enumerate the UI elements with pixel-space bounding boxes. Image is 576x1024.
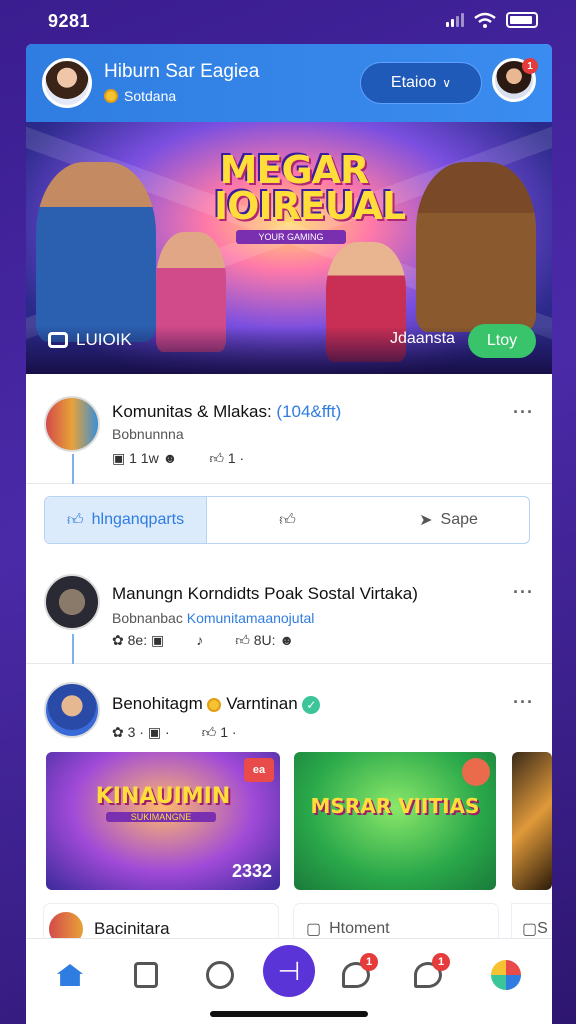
thumb-title: MSRAR VIITIAS <box>310 794 480 818</box>
signal-icon <box>446 13 464 27</box>
thumb-badge: ea <box>244 758 274 782</box>
play-button[interactable]: Ltoy <box>468 324 536 358</box>
chevron-down-icon: ∨ <box>442 76 452 90</box>
thumb-count: 2332 <box>231 861 272 881</box>
character-figure <box>36 162 156 342</box>
post-stats: ▣ 1 1w ☻ 👍︎ 1 · <box>112 450 244 467</box>
profile-name: Hiburn Sar Eagiea <box>104 61 260 82</box>
home-icon <box>57 964 83 986</box>
react-button[interactable]: 👍︎ <box>207 497 368 543</box>
thumbs-up-outline-icon: 👍︎ <box>279 511 296 529</box>
hero-live-label[interactable]: LUIOIK <box>48 330 132 350</box>
battery-icon <box>506 12 538 28</box>
hero-tag: Jdaansta <box>390 330 455 347</box>
profile-subtitle-text: Sotdana <box>124 88 177 104</box>
post-card[interactable]: Komunitas & Mlakas: (104&fft) Bobnunnna … <box>26 374 552 484</box>
group-avatar[interactable] <box>44 574 100 630</box>
like-label: hlnganqparts <box>91 511 185 528</box>
stat-views[interactable]: ✿ 8e: ▣ <box>112 632 164 649</box>
notification-badge: 1 <box>522 58 538 74</box>
avatar[interactable] <box>42 58 92 108</box>
status-bar: 9281 <box>0 0 576 44</box>
document-icon: ▢ <box>306 921 322 938</box>
bag-icon <box>134 962 158 988</box>
action-bar: 👍︎ hlnganqparts 👍︎ ➤ Sape <box>44 496 530 544</box>
post-stats: ✿ 3 · ▣ · 👍︎ 1 · <box>112 724 237 741</box>
like-button[interactable]: 👍︎ hlnganqparts <box>45 497 207 543</box>
hero-title: MEGAR IOIREUAL <box>214 148 406 228</box>
stat-audio[interactable]: ♪ <box>196 632 203 649</box>
nav-games[interactable] <box>484 953 528 997</box>
thumb-subtitle: SUKIMANGNE <box>106 812 216 822</box>
nav-explore[interactable] <box>198 953 242 997</box>
bottom-nav: ⊣ 1 1 <box>26 938 552 1024</box>
media-carousel: KINAUIMIN SUKIMANGNE ea 2332 MSRAR VIITI… <box>46 752 552 892</box>
chat-icon <box>462 758 490 786</box>
create-post-button[interactable]: ⊣ <box>263 945 315 997</box>
share-label: Sape <box>440 511 478 528</box>
moment-card-label: Htoment <box>329 920 390 937</box>
share-button[interactable]: ➤ Sape <box>368 497 529 543</box>
post-title[interactable]: Benohitagm Varntinan ✓ <box>112 694 321 714</box>
profile-subtitle: Sotdana <box>104 88 176 104</box>
app-screen: Hiburn Sar Eagiea Sotdana Etaioo ∨ 1 MEG… <box>26 44 552 1024</box>
chat-icon <box>48 332 68 348</box>
notifications-badge: 1 <box>432 953 450 971</box>
stat-likes[interactable]: 👍︎ 1 · <box>209 450 244 467</box>
top-bar: Hiburn Sar Eagiea Sotdana Etaioo ∨ 1 <box>26 44 552 122</box>
media-thumbnail[interactable] <box>512 752 552 890</box>
post-card[interactable]: Manungn Korndidts Poak Sostal Virtaka) B… <box>26 554 552 664</box>
character-figure <box>416 162 536 332</box>
wifi-icon <box>474 12 496 28</box>
thumb-title: KINAUIMIN <box>95 784 231 809</box>
stat-views[interactable]: ✿ 3 · ▣ · <box>112 724 170 741</box>
game-wheel-icon <box>491 960 521 990</box>
nav-home[interactable] <box>48 953 92 997</box>
more-options-icon[interactable]: ··· <box>513 582 534 603</box>
post-title[interactable]: Manungn Korndidts Poak Sostal Virtaka) <box>112 584 418 604</box>
media-thumbnail[interactable]: KINAUIMIN SUKIMANGNE ea 2332 <box>46 752 280 890</box>
filter-dropdown-label: Etaioo <box>390 74 437 91</box>
nav-messages[interactable]: 1 <box>334 953 378 997</box>
post-meta: Bobnanbac Komunitamaanojutal <box>112 610 315 626</box>
stat-comments[interactable]: ▣ 1 1w ☻ <box>112 450 177 467</box>
media-thumbnail[interactable]: MSRAR VIITIAS <box>294 752 496 890</box>
document-icon: ▢ <box>522 921 538 938</box>
more-options-icon[interactable]: ··· <box>513 692 534 713</box>
nav-store[interactable] <box>124 953 168 997</box>
nav-notifications[interactable]: 1 <box>406 953 450 997</box>
hero-subtitle: YOUR GAMING <box>236 230 346 244</box>
feed: Komunitas & Mlakas: (104&fft) Bobnunnna … <box>26 374 552 954</box>
coin-icon <box>104 89 118 103</box>
coin-icon <box>207 697 222 712</box>
status-time: 9281 <box>48 11 91 31</box>
stat-likes[interactable]: 👍︎ 8U: ☻ <box>235 632 294 649</box>
globe-icon <box>206 961 234 989</box>
verified-icon: ✓ <box>302 695 321 714</box>
more-options-icon[interactable]: ··· <box>513 402 534 423</box>
post-title[interactable]: Komunitas & Mlakas: (104&fft) <box>112 402 341 422</box>
share-icon: ➤ <box>419 512 433 529</box>
group-avatar[interactable] <box>44 396 100 452</box>
group-card-label: Bacinitara <box>94 919 170 938</box>
hero-live-text: LUIOIK <box>76 330 132 349</box>
thumbs-up-icon: 👍︎ <box>66 511 84 529</box>
user-avatar[interactable] <box>44 682 100 738</box>
messages-badge: 1 <box>360 953 378 971</box>
home-indicator <box>210 1011 368 1017</box>
stat-likes[interactable]: 👍︎ 1 · <box>202 724 237 741</box>
post-meta: Bobnunnna <box>112 426 184 442</box>
post-stats: ✿ 8e: ▣ ♪ 👍︎ 8U: ☻ <box>112 632 294 649</box>
status-icons <box>446 12 538 28</box>
plus-icon: ⊣ <box>277 955 301 986</box>
filter-dropdown[interactable]: Etaioo ∨ <box>360 62 482 104</box>
hero-banner[interactable]: MEGAR IOIREUAL YOUR GAMING LUIOIK Jdaans… <box>26 122 552 374</box>
